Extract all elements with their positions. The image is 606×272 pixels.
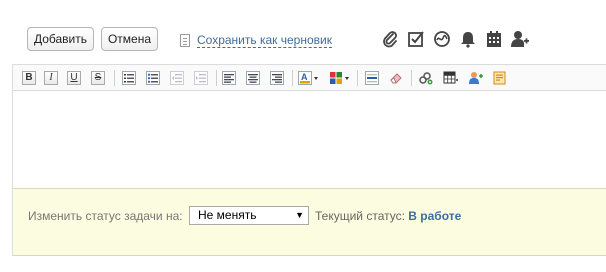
cancel-button[interactable]: Отмена	[101, 27, 158, 51]
svg-text:A: A	[301, 72, 308, 82]
insert-table-icon[interactable]	[443, 71, 459, 85]
format-toolbar: B I U S A	[12, 64, 606, 91]
indent-icon[interactable]	[194, 71, 208, 85]
insert-template-icon[interactable]	[492, 71, 508, 85]
eraser-icon[interactable]	[389, 71, 403, 85]
toolbar-separator	[411, 70, 412, 86]
current-status-label: Текущий статус:	[315, 209, 405, 223]
align-right-icon[interactable]	[270, 71, 284, 85]
calendar-icon[interactable]	[485, 30, 503, 48]
add-button[interactable]: Добавить	[27, 27, 94, 51]
outdent-icon[interactable]	[170, 71, 184, 85]
current-status-value: В работе	[408, 209, 462, 223]
save-draft-label[interactable]: Сохранить как черновик	[197, 33, 332, 48]
save-draft-link[interactable]: Сохранить как черновик	[180, 31, 332, 49]
paperclip-icon[interactable]	[381, 30, 399, 48]
bullet-list-icon[interactable]	[146, 71, 160, 85]
toolbar-separator	[357, 70, 358, 86]
add-user-icon[interactable]	[511, 30, 529, 48]
current-status: Текущий статус: В работе	[315, 209, 461, 223]
toolbar-separator	[292, 70, 293, 86]
numbered-list-icon[interactable]	[122, 71, 136, 85]
bold-button[interactable]: B	[22, 71, 36, 85]
italic-button[interactable]: I	[44, 71, 58, 85]
change-status-label: Изменить статус задачи на:	[28, 209, 183, 223]
toolbar-separator	[216, 70, 217, 86]
strikethrough-button[interactable]: S	[91, 71, 105, 85]
insert-user-icon[interactable]	[468, 71, 484, 85]
insert-horizontal-line-icon[interactable]	[365, 71, 379, 85]
align-center-icon[interactable]	[246, 71, 260, 85]
task-status-panel: Изменить статус задачи на: Не менять ▼ Т…	[12, 188, 606, 256]
insert-link-icon[interactable]	[418, 71, 434, 85]
bell-icon[interactable]	[459, 30, 477, 48]
message-editor[interactable]	[12, 91, 606, 188]
align-left-icon[interactable]	[222, 71, 236, 85]
status-select-value: Не менять	[198, 208, 257, 222]
signature-icon[interactable]	[433, 30, 451, 48]
background-color-icon[interactable]	[329, 71, 351, 85]
underline-button[interactable]: U	[67, 71, 81, 85]
toolbar-separator	[114, 70, 115, 86]
status-select[interactable]: Не менять ▼	[189, 206, 309, 225]
action-bar: Добавить Отмена Сохранить как черновик	[0, 0, 606, 66]
dropdown-arrow-icon: ▼	[295, 210, 304, 220]
checkbox-icon[interactable]	[407, 30, 425, 48]
font-color-icon[interactable]: A	[298, 71, 320, 85]
document-icon	[180, 33, 190, 47]
